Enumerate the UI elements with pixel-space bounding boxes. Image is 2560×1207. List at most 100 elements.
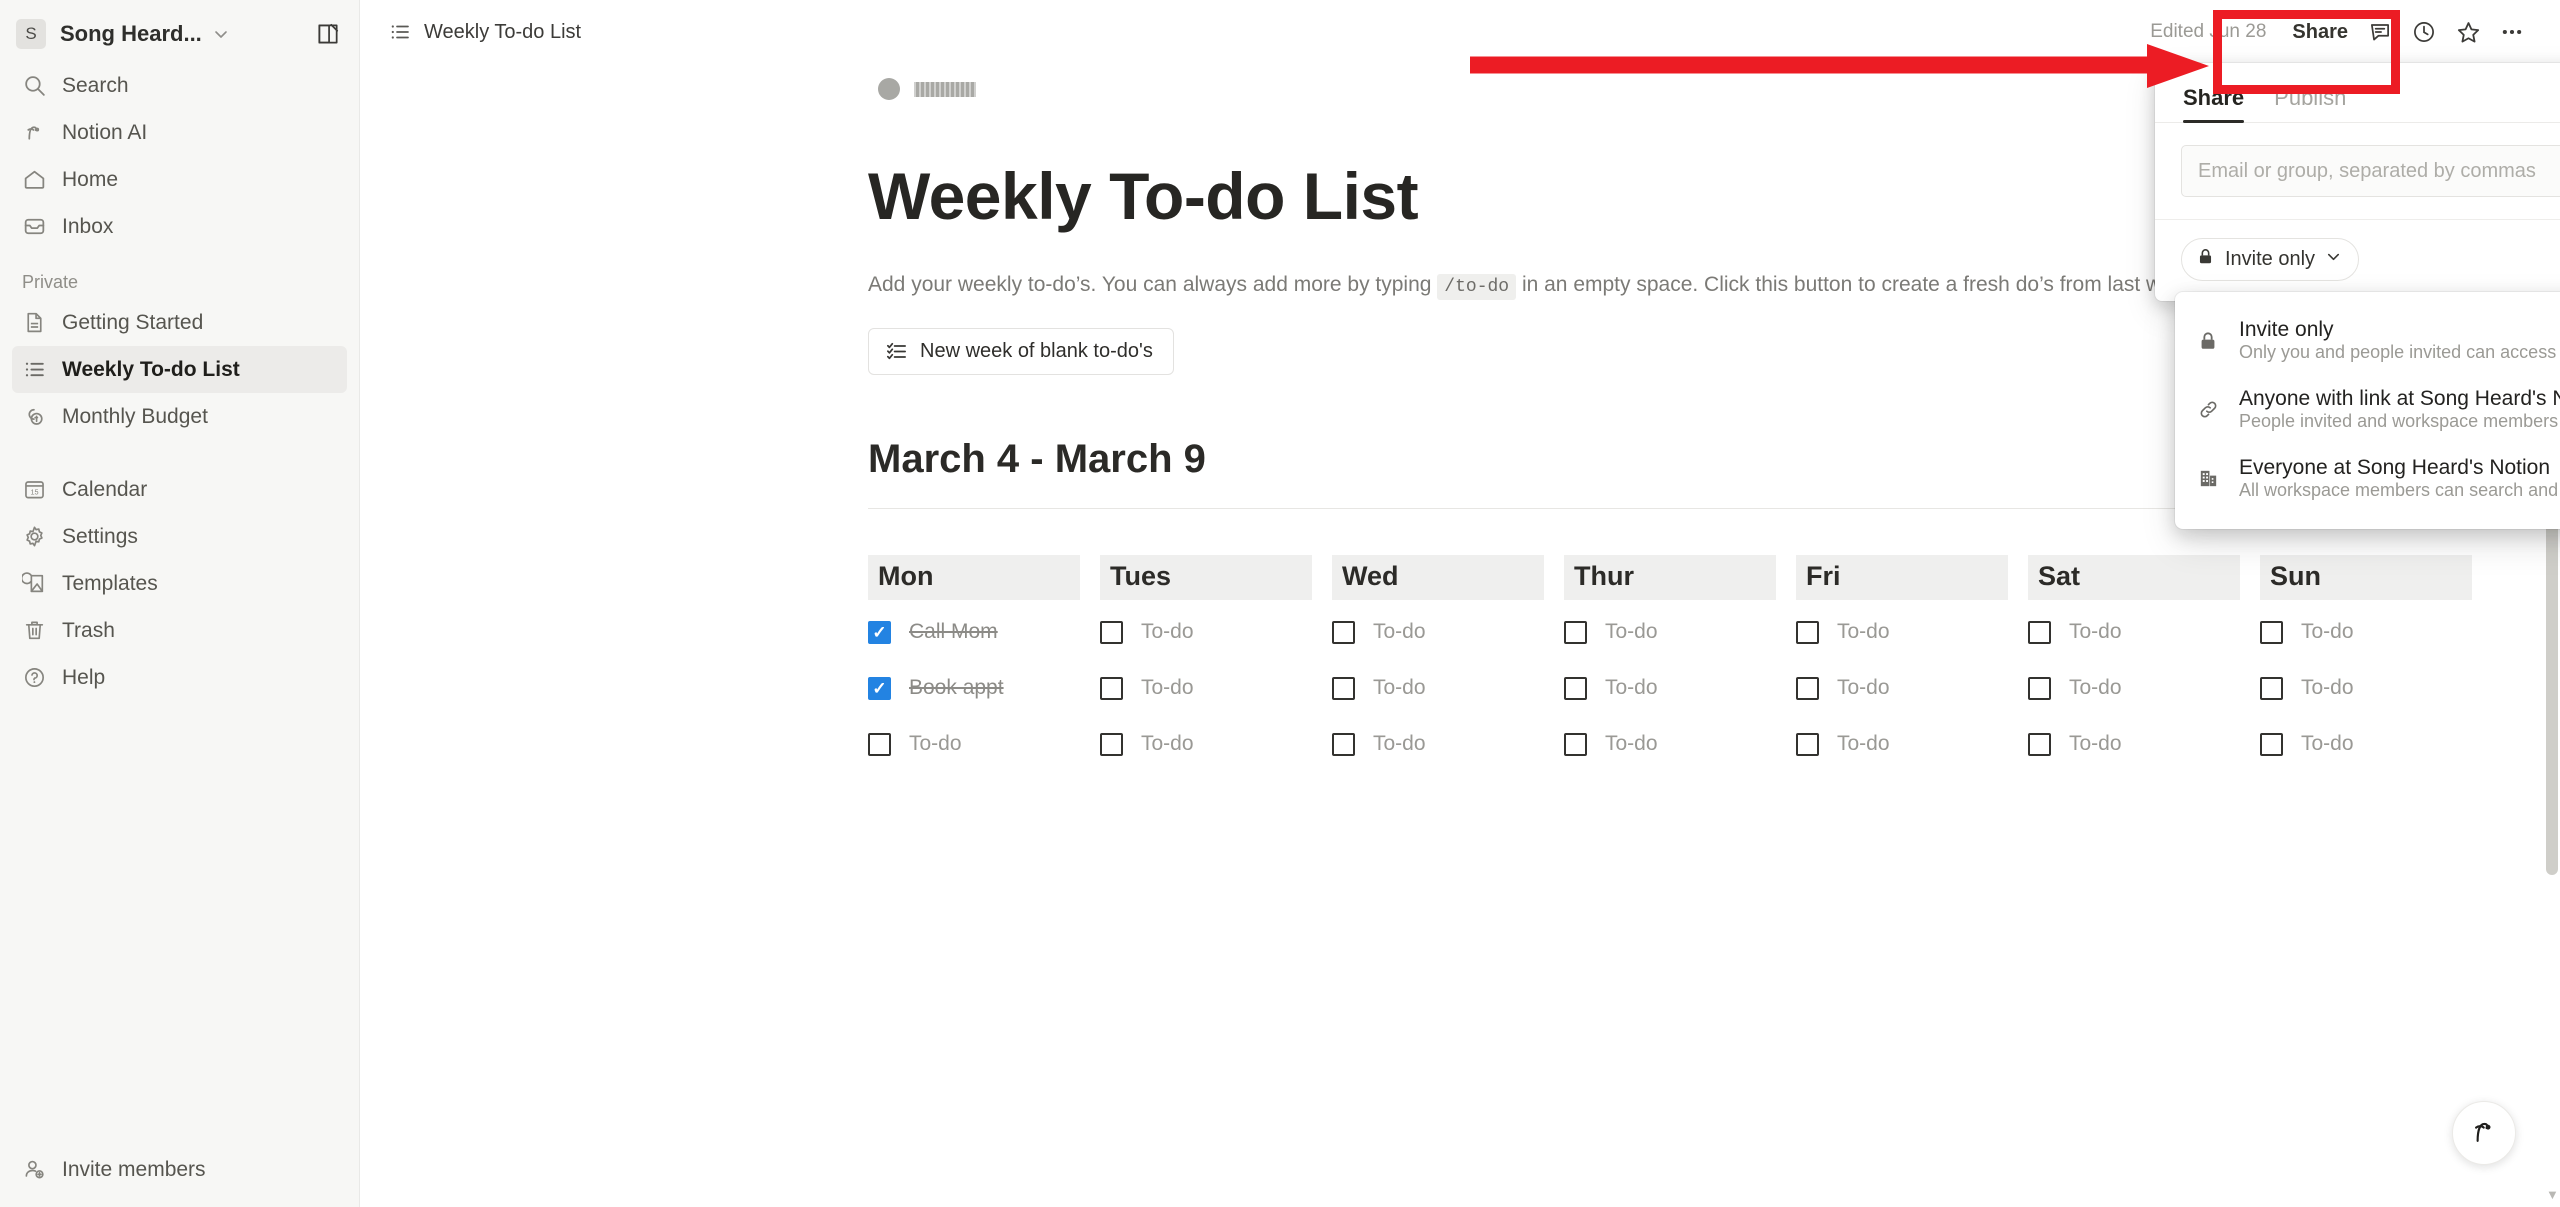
todo-row[interactable]: To-do <box>1332 664 1564 712</box>
todo-row[interactable]: To-do <box>1564 664 1796 712</box>
checkbox-icon[interactable] <box>1100 620 1123 644</box>
todo-label[interactable]: To-do <box>1141 620 1194 644</box>
todo-row[interactable]: To-do <box>1332 608 1564 656</box>
permission-dropdown-trigger[interactable]: Invite only <box>2181 238 2360 281</box>
notion-ai-fab-button[interactable] <box>2452 1101 2516 1165</box>
todo-row[interactable]: To-do <box>2260 664 2492 712</box>
new-week-button[interactable]: New week of blank to-do's <box>868 328 1174 376</box>
checkbox-icon[interactable] <box>868 732 891 756</box>
permission-option-invite-only[interactable]: Invite only Only you and people invited … <box>2175 306 2560 375</box>
todo-label[interactable]: To-do <box>2301 620 2354 644</box>
sidebar-item-home[interactable]: Home <box>12 156 347 203</box>
sidebar-item-notion-ai[interactable]: Notion AI <box>12 109 347 156</box>
checkbox-icon[interactable] <box>1796 732 1819 756</box>
history-icon[interactable] <box>2402 12 2446 52</box>
checkbox-icon[interactable] <box>2260 620 2283 644</box>
checkbox-icon[interactable] <box>1564 676 1587 700</box>
building-icon <box>2197 467 2239 490</box>
todo-row[interactable]: To-do <box>1796 664 2028 712</box>
checkbox-icon[interactable] <box>1332 676 1355 700</box>
day-column-header: Fri <box>1796 555 2008 601</box>
checkbox-icon[interactable] <box>2028 676 2051 700</box>
checkbox-checked-icon[interactable]: ✓ <box>868 676 891 700</box>
todo-label[interactable]: To-do <box>2301 732 2354 756</box>
todo-label[interactable]: To-do <box>1373 676 1426 700</box>
todo-row[interactable]: To-do <box>2028 608 2260 656</box>
todo-label[interactable]: Call Mom <box>909 620 998 644</box>
todo-label[interactable]: To-do <box>1605 732 1658 756</box>
todo-row[interactable]: To-do <box>868 720 1100 768</box>
sidebar-item-search[interactable]: Search <box>12 62 347 109</box>
tab-share[interactable]: Share <box>2183 85 2245 123</box>
checkbox-icon[interactable] <box>2028 732 2051 756</box>
checkbox-icon[interactable] <box>2028 620 2051 644</box>
todo-label[interactable]: To-do <box>1141 732 1194 756</box>
todo-row[interactable]: To-do <box>1564 720 1796 768</box>
invite-email-input[interactable] <box>2181 145 2560 197</box>
star-icon[interactable] <box>2446 12 2490 52</box>
checkbox-icon[interactable] <box>1796 676 1819 700</box>
checkbox-icon[interactable] <box>1564 732 1587 756</box>
sidebar-item-settings[interactable]: Settings <box>12 513 347 560</box>
checkbox-icon[interactable] <box>1564 620 1587 644</box>
todo-row[interactable]: To-do <box>2028 720 2260 768</box>
todo-row[interactable]: To-do <box>2260 720 2492 768</box>
todo-row[interactable]: To-do <box>2028 664 2260 712</box>
checkbox-icon[interactable] <box>2260 732 2283 756</box>
sidebar-item-trash[interactable]: Trash <box>12 607 347 654</box>
todo-row[interactable]: To-do <box>1100 664 1332 712</box>
sidebar-item-weekly-to-do-list[interactable]: Weekly To-do List <box>12 346 347 393</box>
todo-row[interactable]: To-do <box>1100 720 1332 768</box>
sidebar-item-label: Notion AI <box>62 120 148 144</box>
todo-row[interactable]: To-do <box>1332 720 1564 768</box>
todo-label[interactable]: To-do <box>1605 620 1658 644</box>
checkbox-icon[interactable] <box>1796 620 1819 644</box>
todo-label[interactable]: To-do <box>1605 676 1658 700</box>
checkbox-icon[interactable] <box>1100 676 1123 700</box>
checkbox-icon[interactable] <box>1100 732 1123 756</box>
checkbox-checked-icon[interactable]: ✓ <box>868 620 891 644</box>
tab-publish[interactable]: Publish <box>2274 85 2346 122</box>
checkbox-icon[interactable] <box>1332 732 1355 756</box>
todo-label[interactable]: To-do <box>1837 676 1890 700</box>
sidebar-item-inbox[interactable]: Inbox <box>12 203 347 250</box>
todo-label[interactable]: To-do <box>1837 620 1890 644</box>
share-button[interactable]: Share <box>2282 15 2358 50</box>
todo-row[interactable]: To-do <box>2260 608 2492 656</box>
todo-label[interactable]: To-do <box>2301 676 2354 700</box>
sidebar-item-monthly-budget[interactable]: Monthly Budget <box>12 393 347 440</box>
chevron-down-icon <box>212 25 230 43</box>
comment-icon[interactable] <box>2358 12 2402 52</box>
todo-row[interactable]: ✓ Call Mom <box>868 608 1100 656</box>
sidebar-item-templates[interactable]: Templates <box>12 560 347 607</box>
checkbox-icon[interactable] <box>2260 676 2283 700</box>
todo-row[interactable]: To-do <box>1100 608 1332 656</box>
sidebar-item-getting-started[interactable]: Getting Started <box>12 299 347 346</box>
more-icon[interactable] <box>2490 12 2534 52</box>
todo-row[interactable]: ✓ Book appt <box>868 664 1100 712</box>
todo-label[interactable]: To-do <box>2069 732 2122 756</box>
todo-label[interactable]: To-do <box>1141 676 1194 700</box>
workspace-switcher[interactable]: S Song Heard... <box>0 6 359 62</box>
todo-row[interactable]: To-do <box>1796 720 2028 768</box>
todo-label[interactable]: To-do <box>1373 620 1426 644</box>
permission-option-everyone-at-workspace[interactable]: Everyone at Song Heard's Notion All work… <box>2175 444 2560 513</box>
scroll-down-arrow[interactable]: ▼ <box>2546 1188 2559 1201</box>
avatar <box>878 78 900 100</box>
checkbox-icon[interactable] <box>1332 620 1355 644</box>
todo-label[interactable]: Book appt <box>909 676 1004 700</box>
sidebar-item-calendar[interactable]: 15 Calendar <box>12 466 347 513</box>
breadcrumb[interactable]: Weekly To-do List <box>388 20 581 44</box>
todo-label[interactable]: To-do <box>1373 732 1426 756</box>
new-page-icon[interactable] <box>311 17 345 51</box>
permission-option-anyone-with-link[interactable]: Anyone with link at Song Heard's Notion … <box>2175 375 2560 444</box>
todo-row[interactable]: To-do <box>1796 608 2028 656</box>
todo-row[interactable]: To-do <box>1564 608 1796 656</box>
todo-label[interactable]: To-do <box>1837 732 1890 756</box>
todo-label[interactable]: To-do <box>909 732 962 756</box>
todo-label[interactable]: To-do <box>2069 676 2122 700</box>
sidebar-item-help[interactable]: Help <box>12 654 347 701</box>
share-popover: Share Publish Invite Invite only <box>2155 63 2560 301</box>
invite-members-button[interactable]: Invite members <box>12 1146 348 1193</box>
todo-label[interactable]: To-do <box>2069 620 2122 644</box>
